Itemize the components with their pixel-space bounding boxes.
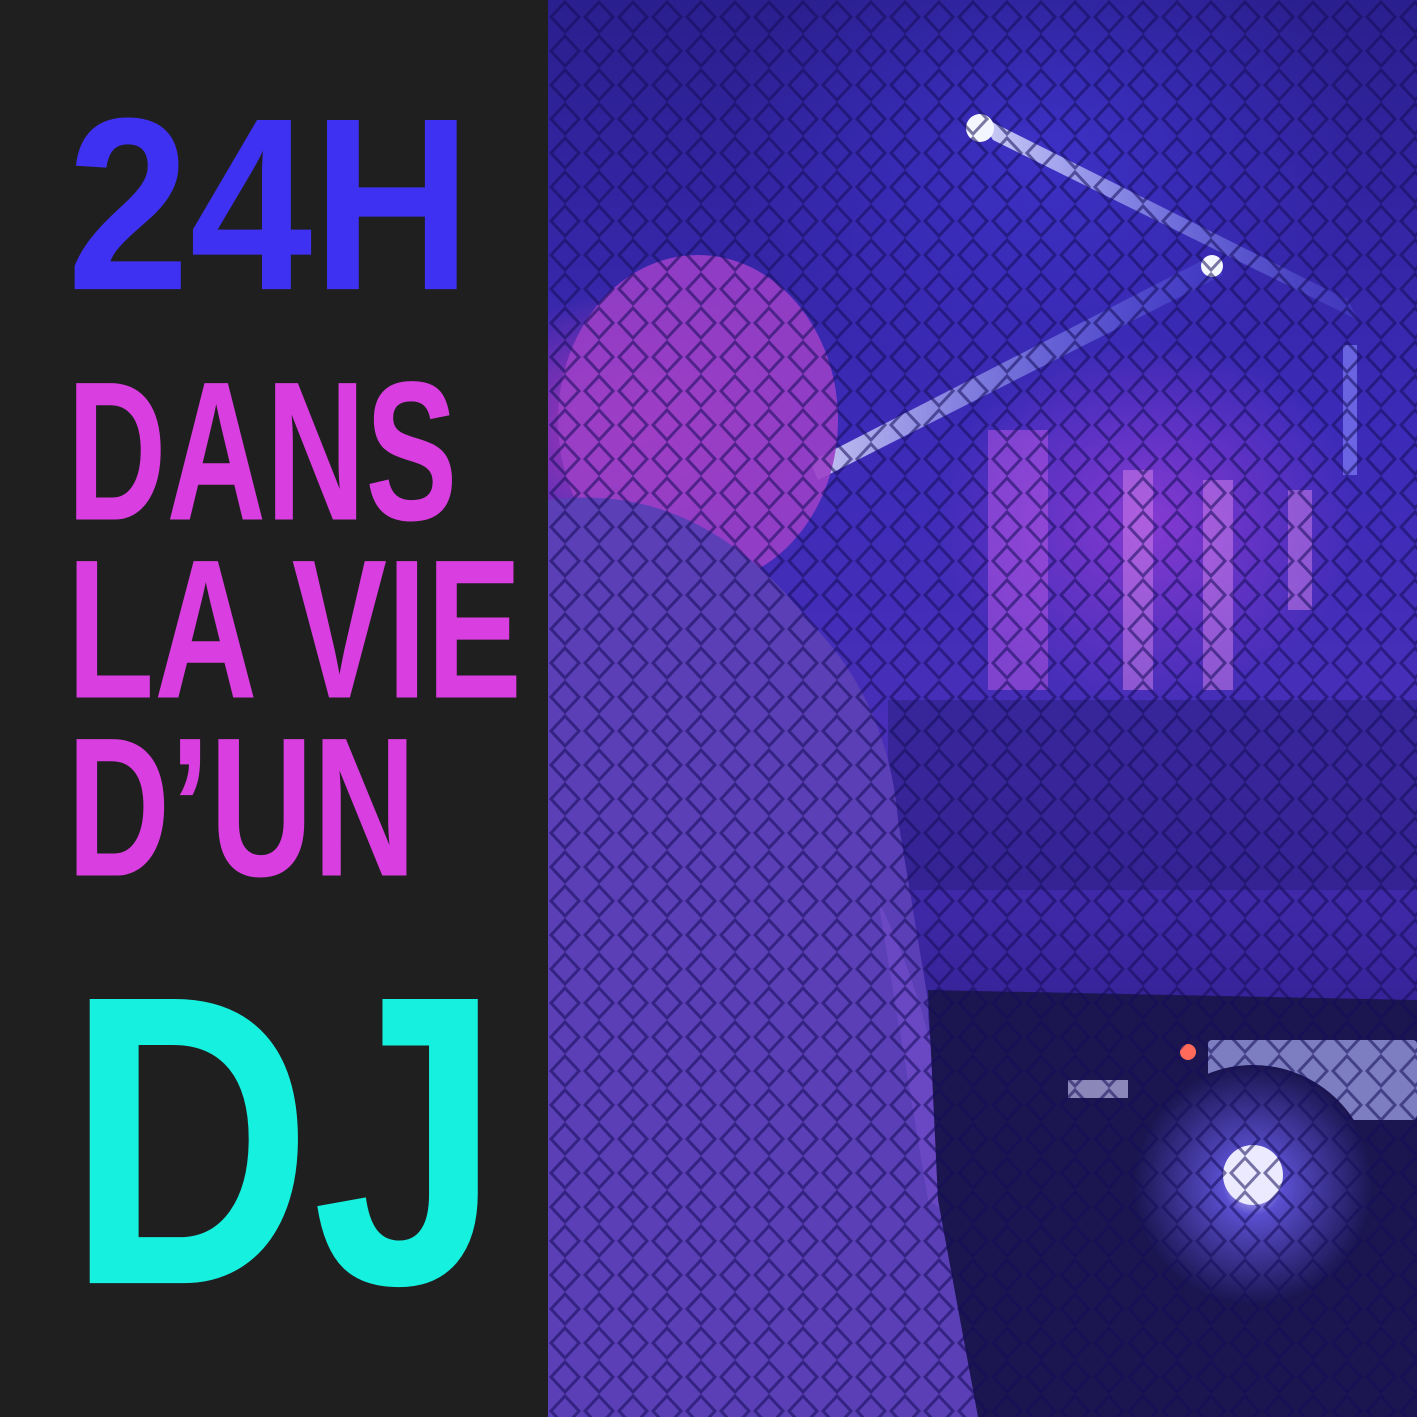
poster: 24H DANS LA VIE D’UN DJ [0,0,1417,1417]
title-panel: 24H DANS LA VIE D’UN DJ [0,0,548,1417]
title-line-dj: DJ [67,910,501,1372]
title-line-dun: D’UN [67,696,417,919]
dj-photo-illustration [548,0,1417,1417]
mesh-overlay [548,0,1417,1417]
title-line-24h: 24H [67,66,472,342]
dj-photo [548,0,1417,1417]
